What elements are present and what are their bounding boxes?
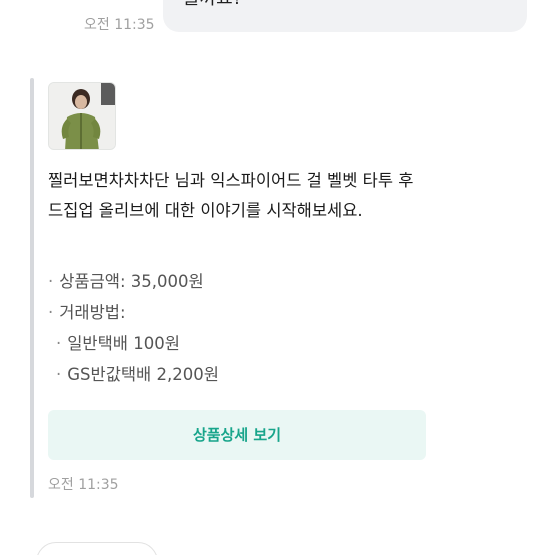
system-message-card: 찔러보면차차차단 님과 익스파이어드 걸 벨벳 타투 후드집업 올리브에 대한 … (30, 78, 440, 498)
product-thumbnail[interactable] (48, 82, 116, 150)
price-line: · 상품금액: 35,000원 (48, 266, 428, 297)
bullet-dot: · (48, 303, 54, 322)
method-text: GS반값택배 2,200원 (67, 365, 219, 384)
trade-details: · 상품금액: 35,000원 · 거래방법: · 일반택배 100원 · GS반값택배… (48, 266, 428, 390)
message-timestamp: 오전 11:35 (48, 477, 119, 493)
bullet-dot: · (56, 334, 62, 353)
message-text: 줄까요? (183, 0, 242, 10)
price-text: 상품금액: 35,000원 (59, 272, 204, 291)
method-item: · GS반값택배 2,200원 (48, 359, 428, 390)
product-photo-icon (49, 83, 115, 149)
message-timestamp: 오전 11:35 (84, 17, 155, 33)
bullet-dot: · (56, 365, 62, 384)
previous-message-row: 오전 11:35 줄까요? (0, 0, 555, 40)
method-line: · 거래방법: (48, 297, 428, 328)
system-intro-text: 찔러보면차차차단 님과 익스파이어드 걸 벨벳 타투 후드집업 올리브에 대한 … (48, 171, 414, 220)
next-message-bubble[interactable] (36, 542, 158, 555)
message-bubble[interactable]: 줄까요? (163, 0, 527, 32)
method-label: 거래방법: (59, 303, 126, 322)
quote-bar (30, 78, 34, 498)
bullet-dot: · (48, 272, 54, 291)
view-product-detail-button[interactable]: 상품상세 보기 (48, 410, 426, 460)
method-text: 일반택배 100원 (67, 334, 180, 353)
method-item: · 일반택배 100원 (48, 328, 428, 359)
